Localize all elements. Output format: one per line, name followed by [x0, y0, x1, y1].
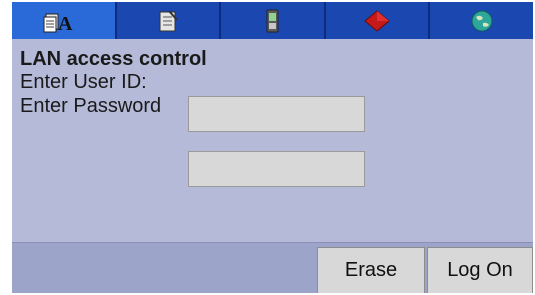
user-id-field[interactable] [188, 96, 365, 132]
log-on-button[interactable]: Log On [427, 247, 533, 293]
toolbar: A [12, 2, 533, 39]
tab-book[interactable] [326, 2, 431, 39]
app-window: A LAN access control Enter User ID: Ente… [12, 2, 533, 293]
text-document-icon: A [42, 8, 84, 34]
tab-globe[interactable] [430, 2, 533, 39]
user-id-label: Enter User ID: [20, 71, 147, 93]
mobile-phone-icon [259, 8, 285, 34]
password-field[interactable] [188, 151, 365, 187]
password-label: Enter Password [20, 95, 162, 117]
first-tab-glyph: A [58, 13, 73, 34]
page-title: LAN access control [20, 48, 207, 70]
globe-icon [469, 8, 495, 34]
erase-button[interactable]: Erase [317, 247, 425, 293]
red-book-icon [363, 8, 391, 34]
tab-device[interactable] [221, 2, 326, 39]
tab-notes[interactable] [117, 2, 222, 39]
button-bar: Erase Log On [12, 242, 533, 293]
login-panel: LAN access control Enter User ID: Enter … [12, 39, 533, 242]
notepad-icon [155, 8, 181, 34]
tab-text[interactable]: A [12, 2, 117, 39]
